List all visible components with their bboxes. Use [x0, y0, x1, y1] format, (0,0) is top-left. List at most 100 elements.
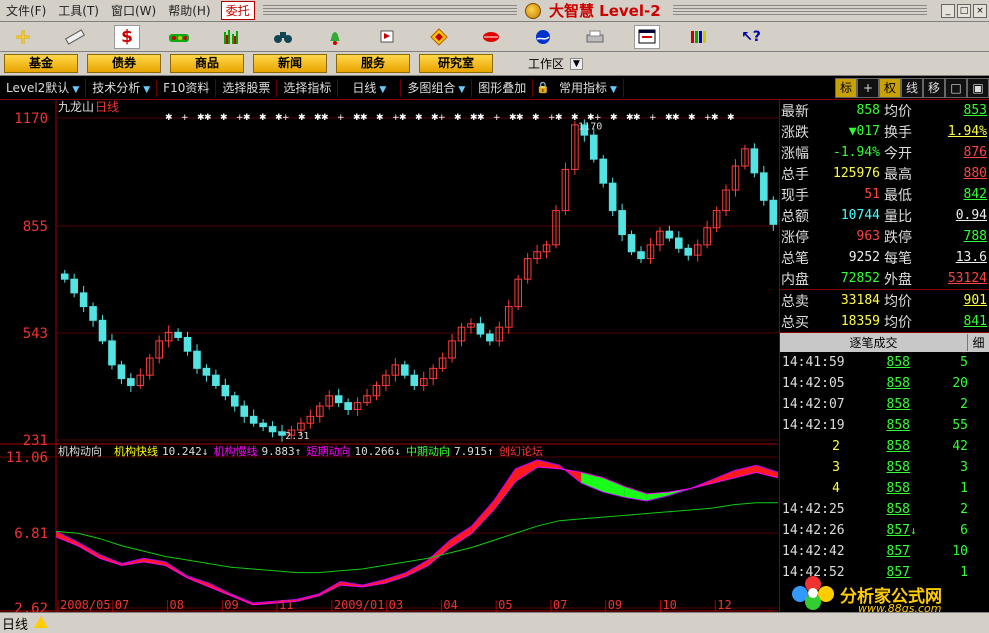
- tab-plus[interactable]: +: [857, 77, 879, 98]
- category-commodity-button[interactable]: 商品: [170, 54, 244, 73]
- quote-row: 总额 10744 量比 0.94: [780, 205, 989, 226]
- diamond-icon[interactable]: [426, 25, 452, 49]
- period-daily-menu[interactable]: 日线 ▼: [338, 78, 402, 97]
- menu-help[interactable]: 帮助(H): [162, 2, 216, 19]
- quote-rows: 最新 858 均价 853 涨跌 ▼017 换手 1.94% 涨幅 -1.94% 今开 876 总手 12…: [780, 100, 989, 289]
- tab-window[interactable]: □: [945, 77, 967, 98]
- tick-time: 14:41:59: [782, 355, 845, 370]
- trade-button[interactable]: 委托: [220, 1, 255, 20]
- tick-price: 858: [886, 502, 910, 517]
- tick-price: 857: [886, 523, 910, 538]
- workspace-label[interactable]: 工作区: [528, 55, 564, 72]
- menu-tools[interactable]: 工具(T): [52, 2, 105, 19]
- lock-icon[interactable]: 🔒: [533, 81, 553, 94]
- info-mine-marker: ✱: [571, 113, 579, 123]
- period-label: 日线: [352, 80, 377, 95]
- books-icon[interactable]: [686, 25, 712, 49]
- quote-label: 总卖: [781, 293, 809, 310]
- crosshair-icon[interactable]: [10, 25, 36, 49]
- tab-rights[interactable]: 权: [879, 77, 901, 98]
- quote-rows-orderbook: 总卖 33184 均价 901 总买 18359 均价 841: [780, 290, 989, 332]
- tick-time: 14:42:26: [782, 523, 845, 538]
- quote-value: 53124: [947, 271, 987, 286]
- candle-body: [665, 230, 674, 239]
- ruler-icon[interactable]: [62, 25, 88, 49]
- quote-value: 18359: [840, 314, 880, 329]
- tank-icon[interactable]: [166, 25, 192, 49]
- candle-body: [618, 210, 626, 236]
- info-mine-marker: ✱: [321, 113, 329, 123]
- indicator-band: [449, 526, 472, 548]
- f10-info-button[interactable]: F10资料: [157, 78, 217, 97]
- tech-analysis-menu[interactable]: 技术分析 ▼: [86, 78, 158, 97]
- tick-arrow: ↓: [910, 524, 917, 537]
- help-cursor-icon[interactable]: ↖?: [738, 25, 764, 49]
- quote-value: 0.94: [955, 208, 987, 223]
- category-research-button[interactable]: 研究室: [419, 54, 493, 73]
- quote-value: 841: [963, 314, 987, 329]
- ticks-detail-button[interactable]: 细: [967, 334, 989, 351]
- legend-name: 机构慢线: [214, 444, 258, 458]
- level2-default-menu[interactable]: Level2默认 ▼: [0, 78, 87, 97]
- maximize-button[interactable]: □: [957, 3, 971, 18]
- price-chart-svg[interactable]: 1170 855 543 231 九龙山 日线 1170 2.31 ✱ + ✱ ✱ ✱ + ✱ ✱ ✱ + ✱ ✱ ✱ +…: [0, 100, 778, 612]
- indicator-band: [143, 558, 166, 566]
- tab-panel[interactable]: ▣: [967, 77, 989, 98]
- x-axis-label: 11: [279, 598, 293, 612]
- chart-area[interactable]: 1170 855 543 231 九龙山 日线 1170 2.31 ✱ + ✱ ✱ ✱ + ✱ ✱ ✱ + ✱ ✱ ✱ +…: [0, 100, 778, 612]
- ticks-list[interactable]: 14:41:59 858 5 14:42:05 858 20 14:42:07 858 2 14:…: [780, 352, 989, 583]
- category-news-button[interactable]: 新闻: [253, 54, 327, 73]
- tick-time: 14:42:07: [782, 397, 845, 412]
- menu-window[interactable]: 窗口(W): [105, 2, 162, 19]
- tab-mark[interactable]: 标: [835, 77, 857, 98]
- tab-move[interactable]: 移: [923, 77, 945, 98]
- flag-icon[interactable]: [374, 25, 400, 49]
- select-indicator-button[interactable]: 选择指标: [277, 78, 339, 97]
- right-panel-tabs: 标 + 权 线 移 □ ▣: [835, 77, 989, 98]
- tab-line[interactable]: 线: [901, 77, 923, 98]
- candle-body: [79, 292, 88, 308]
- overlay-button[interactable]: 图形叠加: [472, 78, 534, 97]
- quote-label: 均价: [884, 103, 912, 120]
- lips-icon[interactable]: [478, 25, 504, 49]
- high-marker: 1170: [578, 122, 602, 133]
- printer-icon[interactable]: [582, 25, 608, 49]
- table-row: 14:42:25 858 2: [780, 499, 989, 520]
- stock-name: 九龙山: [58, 100, 94, 114]
- quote-label: 均价: [884, 293, 912, 310]
- window-icon[interactable]: [634, 24, 660, 49]
- category-service-button[interactable]: 服务: [336, 54, 410, 73]
- chevron-down-icon: ▼: [143, 84, 151, 95]
- menu-file[interactable]: 文件(F): [0, 2, 52, 19]
- workspace-dropdown-icon[interactable]: ▼: [570, 57, 583, 70]
- category-bond-button[interactable]: 债券: [87, 54, 161, 73]
- binoculars-icon[interactable]: [270, 25, 296, 49]
- tick-price: 858: [886, 376, 910, 391]
- indicator-band: [471, 501, 494, 534]
- quote-label: 最新: [781, 103, 809, 120]
- candle-body: [760, 172, 768, 201]
- candle-body: [249, 415, 258, 424]
- minimize-button[interactable]: _: [941, 3, 955, 18]
- tick-volume: 5: [960, 355, 968, 370]
- info-mine-marker: ✱: [727, 113, 735, 123]
- close-button[interactable]: ×: [973, 3, 987, 18]
- bars-icon[interactable]: [218, 25, 244, 49]
- candle-body: [637, 251, 645, 260]
- candle-body: [410, 374, 419, 386]
- indicator-axis-label: 6.81: [14, 526, 48, 542]
- dollar-icon[interactable]: $: [114, 24, 140, 49]
- quote-label: 内盘: [781, 271, 809, 288]
- select-stock-button[interactable]: 选择股票: [216, 78, 278, 97]
- multi-chart-menu[interactable]: 多图组合 ▼: [401, 78, 473, 97]
- common-indicators-menu[interactable]: 常用指标 ▼: [553, 78, 624, 97]
- legend-value: 10.242↓: [162, 445, 208, 458]
- category-fund-button[interactable]: 基金: [4, 54, 78, 73]
- candle-body: [769, 199, 778, 225]
- quote-value: 880: [963, 166, 987, 181]
- bell-icon[interactable]: [322, 25, 348, 49]
- globe-icon[interactable]: [530, 25, 556, 49]
- quote-label: 总额: [781, 208, 809, 225]
- tick-price: 857: [886, 544, 910, 559]
- quote-value: 51: [864, 187, 880, 202]
